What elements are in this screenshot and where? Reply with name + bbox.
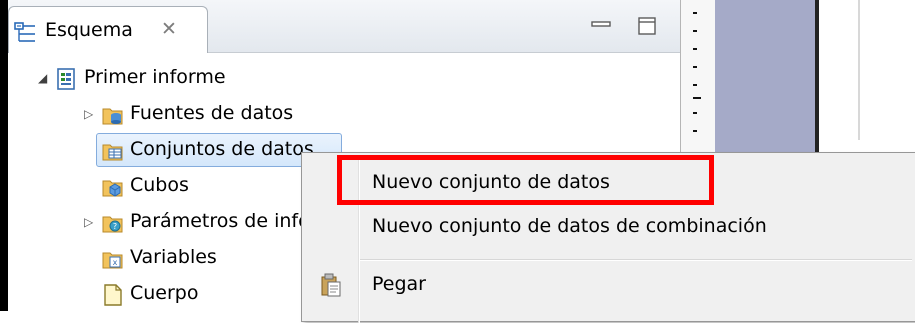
ruler-tick	[693, 30, 697, 32]
ruler-tick	[693, 130, 697, 132]
svg-text:x: x	[113, 258, 118, 267]
ruler-tick	[693, 112, 697, 114]
parameters-icon: ?	[102, 212, 123, 233]
ruler-tick	[693, 97, 701, 99]
menu-item-label: Pegar	[372, 273, 426, 295]
ruler-tick	[693, 84, 697, 86]
menu-item-paste[interactable]: Pegar	[304, 263, 915, 307]
outline-icon	[13, 21, 39, 49]
page-guide-line	[858, 0, 860, 140]
variables-icon: x	[102, 248, 123, 269]
tree-item-data-sources[interactable]: ▷ Fuentes de datos	[84, 97, 384, 133]
window-frame	[0, 0, 8, 311]
tree-item-label: Conjuntos de datos	[130, 138, 314, 160]
ruler-tick	[693, 48, 697, 50]
expanded-arrow-icon[interactable]: ◢	[38, 71, 47, 85]
tab-esquema[interactable]: Esquema ✕	[8, 6, 208, 53]
collapsed-arrow-icon[interactable]: ▷	[84, 215, 93, 229]
report-icon	[56, 68, 76, 90]
tree-item-label: Cubos	[130, 174, 189, 196]
view-title-bar: Esquema ✕	[8, 0, 680, 53]
maximize-icon[interactable]	[636, 16, 660, 36]
data-sets-icon	[102, 140, 123, 161]
tree-item-label: Cuerpo	[130, 282, 199, 304]
tree-item-label: Primer informe	[84, 66, 226, 88]
collapsed-arrow-icon[interactable]: ▷	[84, 107, 93, 121]
cubes-icon	[102, 176, 123, 197]
svg-text:?: ?	[113, 222, 117, 231]
tree-item-label: Variables	[130, 246, 217, 268]
data-sources-icon	[102, 104, 123, 125]
menu-item-label: Nuevo conjunto de datos	[372, 171, 610, 193]
menu-separator	[360, 259, 912, 261]
tab-title: Esquema	[45, 19, 133, 41]
context-menu: Nuevo conjunto de datos Nuevo conjunto d…	[301, 152, 915, 323]
body-icon	[102, 284, 122, 306]
ruler-tick	[693, 12, 697, 14]
close-icon[interactable]: ✕	[161, 18, 177, 40]
tree-item-label: Fuentes de datos	[130, 102, 294, 124]
minimize-icon[interactable]	[590, 16, 614, 36]
ruler-tick	[693, 66, 697, 68]
menu-item-new-data-set[interactable]: Nuevo conjunto de datos	[304, 161, 915, 205]
menu-item-new-joint-data-set[interactable]: Nuevo conjunto de datos de combinación	[304, 205, 915, 249]
tree-item-report[interactable]: ◢ Primer informe	[38, 61, 338, 97]
menu-item-label: Nuevo conjunto de datos de combinación	[372, 215, 767, 237]
paste-icon	[320, 273, 342, 297]
